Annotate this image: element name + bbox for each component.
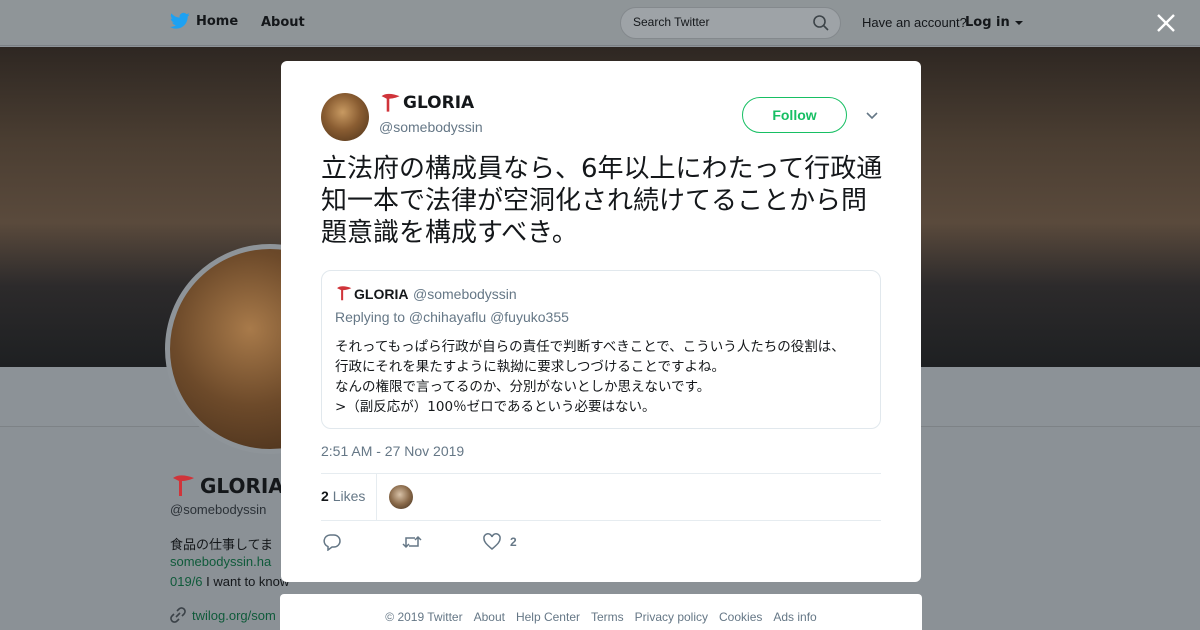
profile-bio-line: 食品の仕事してま xyxy=(170,538,273,553)
author-name-text: GLORIA xyxy=(403,93,475,113)
liker-avatar[interactable] xyxy=(389,485,413,509)
quoted-author-handle: @somebodyssin xyxy=(413,286,517,302)
likes-count: 2 xyxy=(321,488,329,504)
like-heart-icon[interactable] xyxy=(483,533,501,551)
footer-copyright: © 2019 Twitter xyxy=(385,610,463,624)
nav-home-link[interactable]: Home xyxy=(170,12,238,30)
nav-about-link[interactable]: About xyxy=(261,15,305,30)
profile-bio-line-2: 019/6 I want to know xyxy=(170,574,289,589)
login-label: Log in xyxy=(965,15,1010,30)
quoted-author-name-text: GLORIA xyxy=(354,285,409,302)
twitter-bird-icon xyxy=(170,12,190,29)
flag-emoji-icon xyxy=(337,286,352,301)
footer: © 2019 Twitter About Help Center Terms P… xyxy=(280,594,922,630)
tweet-modal: GLORIA @somebodyssin Follow 立法府の構成員なら、6年… xyxy=(281,61,921,582)
author-avatar[interactable] xyxy=(321,93,369,141)
divider xyxy=(321,473,881,474)
profile-website-text: twilog.org/som xyxy=(192,607,276,623)
retweet-icon[interactable] xyxy=(402,533,422,551)
author-handle[interactable]: @somebodyssin xyxy=(379,119,483,135)
quoted-tweet[interactable]: GLORIA @somebodyssin Replying to @chihay… xyxy=(321,270,881,429)
divider xyxy=(321,520,881,521)
caret-down-icon xyxy=(1015,20,1024,25)
quoted-text: それってもっぱら行政が自らの責任で判断すべきことで、こういう人たちの役割は、 行… xyxy=(335,337,875,417)
footer-link-about[interactable]: About xyxy=(474,610,505,630)
quoted-text-line: >（副反応が）100％ゼロであるという必要はない。 xyxy=(335,399,656,415)
have-account-text: Have an account? xyxy=(862,15,967,30)
login-button[interactable]: Log in xyxy=(965,15,1024,30)
profile-handle[interactable]: @somebodyssin xyxy=(170,502,266,517)
like-count: 2 xyxy=(510,535,517,549)
profile-bio-text-2: I want to know xyxy=(202,574,290,589)
link-icon xyxy=(170,607,186,623)
footer-link-terms[interactable]: Terms xyxy=(591,610,624,630)
search-input[interactable]: Search Twitter xyxy=(620,7,841,39)
tweet-timestamp[interactable]: 2:51 AM - 27 Nov 2019 xyxy=(321,443,464,459)
likes-stat[interactable]: 2 Likes xyxy=(321,488,365,504)
flag-emoji-icon xyxy=(381,93,400,112)
replying-to: Replying to @chihayaflu @fuyuko355 xyxy=(335,309,569,325)
follow-button[interactable]: Follow xyxy=(742,97,847,133)
profile-bio-link-2[interactable]: 019/6 xyxy=(170,574,203,589)
footer-link-privacy[interactable]: Privacy policy xyxy=(635,610,708,630)
profile-name[interactable]: GLORIA xyxy=(170,474,284,498)
quoted-author-name: GLORIA xyxy=(335,285,408,302)
divider xyxy=(376,474,377,520)
search-icon[interactable] xyxy=(812,14,830,32)
profile-website[interactable]: twilog.org/som xyxy=(170,607,276,623)
tweet-text: 立法府の構成員なら、6年以上にわたって行政通知一本で法律が空洞化され続けてること… xyxy=(321,154,883,248)
author-name[interactable]: GLORIA xyxy=(379,92,474,114)
top-nav: Home About Search Twitter Have an accoun… xyxy=(0,0,1200,46)
reply-icon[interactable] xyxy=(323,533,341,551)
flag-emoji-icon xyxy=(173,475,194,496)
profile-name-text: GLORIA xyxy=(200,474,284,498)
likes-label: Likes xyxy=(332,488,366,504)
nav-home-label: Home xyxy=(196,13,239,29)
chevron-down-icon[interactable] xyxy=(865,108,879,122)
footer-link-ads[interactable]: Ads info xyxy=(773,610,816,630)
quoted-text-line: なんの権限で言ってるのか、分別がないとしか思えないです。 xyxy=(335,379,711,395)
footer-link-cookies[interactable]: Cookies xyxy=(719,610,762,630)
profile-bio-link[interactable]: somebodyssin.ha xyxy=(170,554,271,569)
footer-link-help[interactable]: Help Center xyxy=(516,610,580,630)
quoted-text-line: それってもっぱら行政が自らの責任で判断すべきことで、こういう人たちの役割は、 xyxy=(335,339,845,355)
quoted-text-line: 行政にそれを果たすように執拗に要求しつづけることですよね。 xyxy=(335,359,726,375)
close-icon[interactable] xyxy=(1155,12,1177,34)
